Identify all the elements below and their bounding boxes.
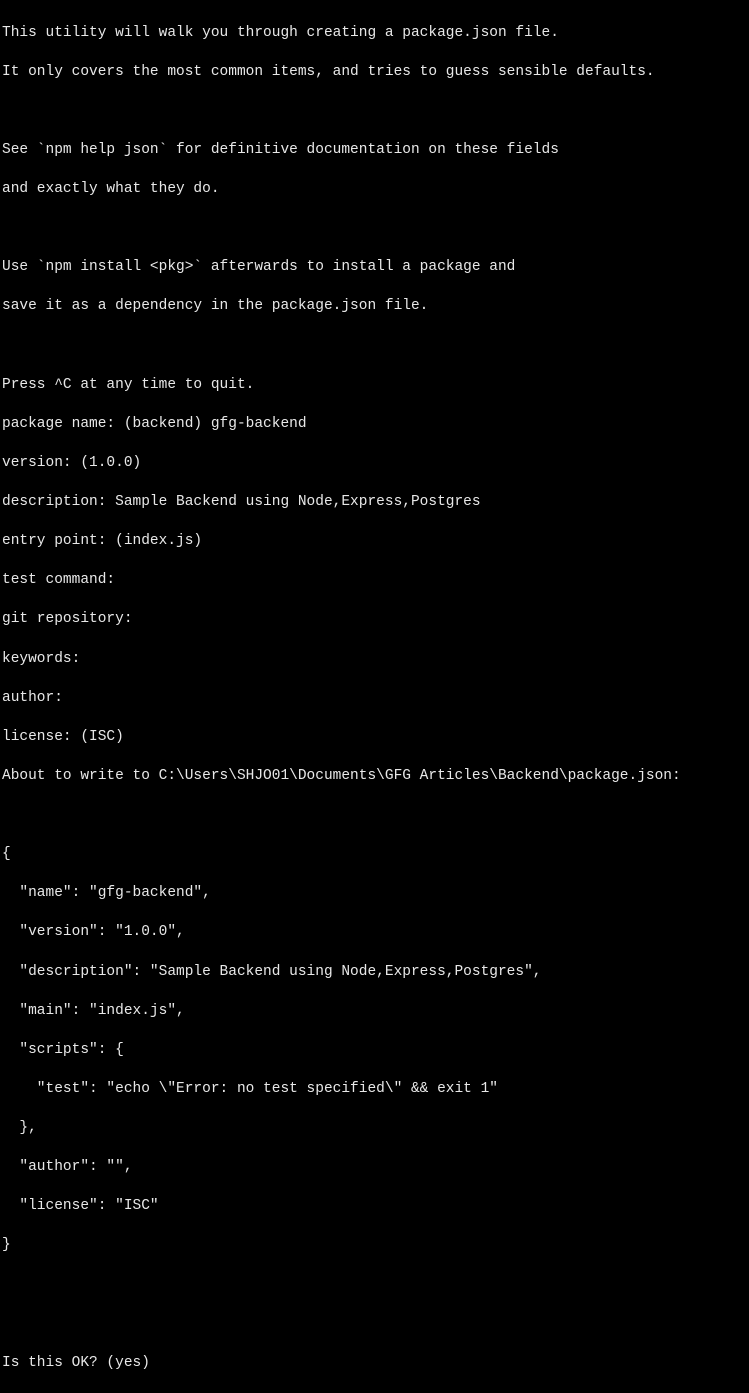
blank-line [2,806,747,826]
blank-line [2,1276,747,1296]
about-to-write: About to write to C:\Users\SHJO01\Docume… [2,767,747,787]
json-line: "author": "", [2,1158,747,1178]
intro-line: See `npm help json` for definitive docum… [2,141,747,161]
terminal-output[interactable]: This utility will walk you through creat… [2,4,747,1393]
intro-line: This utility will walk you through creat… [2,24,747,44]
json-line: "description": "Sample Backend using Nod… [2,963,747,983]
confirm-prompt: Is this OK? (yes) [2,1354,747,1374]
prompt-description: description: Sample Backend using Node,E… [2,493,747,513]
json-line: } [2,1236,747,1256]
blank-line [2,219,747,239]
intro-line: and exactly what they do. [2,180,747,200]
prompt-keywords: keywords: [2,650,747,670]
json-line: "main": "index.js", [2,1002,747,1022]
json-line: "name": "gfg-backend", [2,884,747,904]
json-line: "test": "echo \"Error: no test specified… [2,1080,747,1100]
intro-line: Use `npm install <pkg>` afterwards to in… [2,258,747,278]
intro-line: save it as a dependency in the package.j… [2,297,747,317]
prompt-license: license: (ISC) [2,728,747,748]
prompt-package-name: package name: (backend) gfg-backend [2,415,747,435]
blank-line [2,337,747,357]
blank-line [2,102,747,122]
json-line: "version": "1.0.0", [2,923,747,943]
prompt-author: author: [2,689,747,709]
json-line: "scripts": { [2,1041,747,1061]
prompt-version: version: (1.0.0) [2,454,747,474]
prompt-git-repository: git repository: [2,610,747,630]
prompt-entry-point: entry point: (index.js) [2,532,747,552]
json-line: { [2,845,747,865]
blank-line [2,1315,747,1335]
json-line: "license": "ISC" [2,1197,747,1217]
json-line: }, [2,1119,747,1139]
intro-line: It only covers the most common items, an… [2,63,747,83]
quit-instruction: Press ^C at any time to quit. [2,376,747,396]
prompt-test-command: test command: [2,571,747,591]
